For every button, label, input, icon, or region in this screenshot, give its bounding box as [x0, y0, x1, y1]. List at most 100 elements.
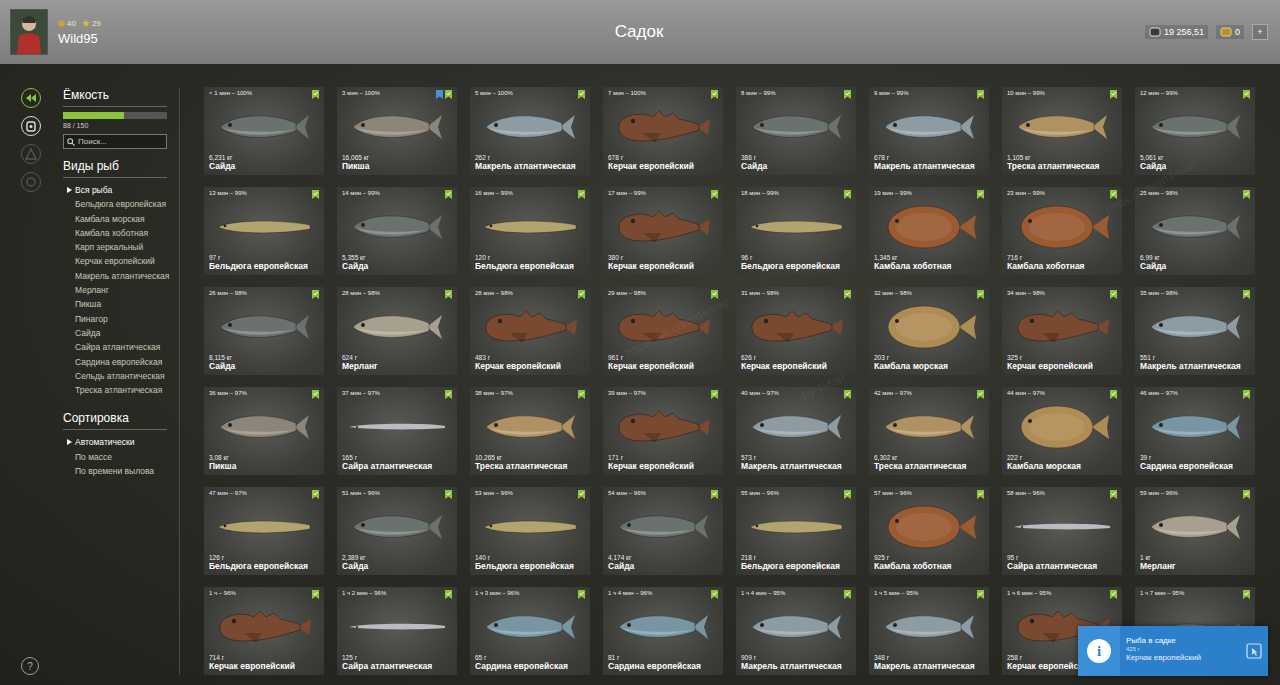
fish-card[interactable]: 8 мин – 99% 386 г Сайда	[736, 87, 856, 175]
sort-item[interactable]: Автоматически	[75, 435, 167, 449]
fish-card[interactable]: 1 ч 4 мин – 95% 909 г Макрель атлантичес…	[736, 587, 856, 675]
species-item[interactable]: Пикша	[75, 297, 167, 311]
fish-card[interactable]: 53 мин – 96% 140 г Бельдюга европейская	[470, 487, 590, 575]
fish-card[interactable]: 25 мин – 98% 6,99 кг Сайда	[1135, 187, 1255, 275]
species-item[interactable]: Треска атлантическая	[75, 383, 167, 397]
keepnet-screen: 40 29 Wild95 Садок 19 256,51 0 + ? Ёмкос…	[0, 0, 1280, 685]
fish-card[interactable]: 1 ч 2 мин – 96% 125 г Сайра атлантическа…	[337, 587, 457, 675]
fish-icon	[342, 199, 452, 254]
fish-card[interactable]: 13 мин – 99% 97 г Бельдюга европейская	[204, 187, 324, 275]
fish-card[interactable]: 26 мин – 98% 8,115 кг Сайда	[204, 287, 324, 375]
fish-card[interactable]: 10 мин – 99% 1,105 кг Треска атлантическ…	[1002, 87, 1122, 175]
fish-card[interactable]: 9 мин – 99% 678 г Макрель атлантическая	[869, 87, 989, 175]
fish-card[interactable]: 1 ч – 96% 714 г Керчак европейский	[204, 587, 324, 675]
add-gold-button[interactable]: +	[1252, 24, 1268, 40]
fish-card[interactable]: 5 мин – 100% 262 г Макрель атлантическая	[470, 87, 590, 175]
fish-weight: 125 г	[342, 654, 452, 661]
open-icon[interactable]	[1240, 626, 1268, 676]
fish-card[interactable]: 54 мин – 96% 4,174 кг Сайда	[603, 487, 723, 575]
fish-card[interactable]: 47 мин – 97% 126 г Бельдюга европейская	[204, 487, 324, 575]
notification[interactable]: i Рыба в садке 425 г Керчак европейский	[1078, 626, 1268, 676]
fish-card[interactable]: 17 мин – 99% 380 г Керчак европейский	[603, 187, 723, 275]
species-item[interactable]: Камбала хоботная	[75, 226, 167, 240]
fish-icon	[1140, 499, 1250, 554]
species-item[interactable]: Сельдь атлантическая	[75, 369, 167, 383]
fish-card[interactable]: 14 мин – 99% 5,355 кг Сайда	[337, 187, 457, 275]
species-item[interactable]: Макрель атлантическая	[75, 269, 167, 283]
fish-card[interactable]: 55 мин – 96% 218 г Бельдюга европейская	[736, 487, 856, 575]
species-item[interactable]: Сайда	[75, 326, 167, 340]
species-item[interactable]: Сардина европейская	[75, 355, 167, 369]
search-field[interactable]	[63, 134, 167, 149]
fish-card[interactable]: 32 мин – 98% 203 г Камбала морская	[869, 287, 989, 375]
species-item[interactable]: Керчак европейский	[75, 254, 167, 268]
fish-card[interactable]: 58 мин – 96% 95 г Сайра атлантическая	[1002, 487, 1122, 575]
fish-card[interactable]: 29 мин – 98% 961 г Керчак европейский	[603, 287, 723, 375]
fish-card[interactable]: 16 мин – 99% 120 г Бельдюга европейская	[470, 187, 590, 275]
species-item[interactable]: Вся рыба	[75, 183, 167, 197]
side-tab-icon[interactable]	[21, 116, 41, 136]
fish-card[interactable]: 35 мин – 98% 551 г Макрель атлантическая	[1135, 287, 1255, 375]
check-icon	[1110, 190, 1117, 199]
fish-name: Макрель атлантическая	[741, 461, 851, 471]
fish-name: Керчак европейский	[608, 161, 718, 171]
player-name: Wild95	[58, 31, 101, 46]
side-tab-icon[interactable]	[21, 88, 41, 108]
side-tab-icon[interactable]	[21, 172, 41, 192]
fish-card[interactable]: 1 ч 5 мин – 95% 348 г Макрель атлантичес…	[869, 587, 989, 675]
fish-name: Бельдюга европейская	[741, 261, 851, 271]
fish-card[interactable]: 18 мин – 99% 96 г Бельдюга европейская	[736, 187, 856, 275]
fish-card[interactable]: 31 мин – 98% 626 г Керчак европейский	[736, 287, 856, 375]
fish-card[interactable]: 23 мин – 99% 716 г Камбала хоботная	[1002, 187, 1122, 275]
fish-card[interactable]: 3 мин – 100% 16,065 кг Пикша	[337, 87, 457, 175]
fish-card[interactable]: 40 мин – 97% 573 г Макрель атлантическая	[736, 387, 856, 475]
species-item[interactable]: Сайра атлантическая	[75, 340, 167, 354]
fish-card[interactable]: 12 мин – 99% 5,061 кг Сайда	[1135, 87, 1255, 175]
side-tab-icon[interactable]	[21, 144, 41, 164]
stars-badge: 29	[82, 19, 101, 28]
species-item[interactable]: Камбала морская	[75, 212, 167, 226]
fish-card[interactable]: 57 мин – 96% 925 г Камбала хоботная	[869, 487, 989, 575]
check-icon	[312, 390, 319, 399]
fish-card[interactable]: 28 мин – 98% 624 г Мерланг	[337, 287, 457, 375]
fish-card[interactable]: 1 ч 3 мин – 96% 65 г Сардина европейская	[470, 587, 590, 675]
check-icon	[977, 90, 984, 99]
fish-icon	[342, 299, 452, 354]
fish-name: Сайда	[342, 261, 452, 271]
fish-card[interactable]: 44 мин – 97% 222 г Камбала морская	[1002, 387, 1122, 475]
avatar-icon[interactable]	[10, 9, 48, 55]
species-item[interactable]: Пинагор	[75, 312, 167, 326]
fish-card[interactable]: 46 мин – 97% 39 г Сардина европейская	[1135, 387, 1255, 475]
fish-card[interactable]: 19 мин – 99% 1,345 кг Камбала хоботная	[869, 187, 989, 275]
fish-card[interactable]: 34 мин – 98% 325 г Керчак европейский	[1002, 287, 1122, 375]
fish-weight: 1,105 кг	[1007, 154, 1117, 161]
star-icon	[82, 19, 90, 27]
catch-time: 47 мин – 97%	[209, 490, 247, 496]
fish-card[interactable]: 38 мин – 97% 10,265 кг Треска атлантичес…	[470, 387, 590, 475]
sort-item[interactable]: По времени вылова	[75, 464, 167, 478]
fish-card[interactable]: 7 мин – 100% 678 г Керчак европейский	[603, 87, 723, 175]
species-item[interactable]: Бельдюга европейская	[75, 197, 167, 211]
fish-icon	[741, 599, 851, 654]
fish-weight: 483 г	[475, 354, 585, 361]
species-item[interactable]: Карп зеркальный	[75, 240, 167, 254]
fish-card[interactable]: 36 мин – 97% 3,08 кг Пикша	[204, 387, 324, 475]
fish-card[interactable]: 42 мин – 97% 6,302 кг Треска атлантическ…	[869, 387, 989, 475]
fish-card[interactable]: 59 мин – 96% 1 кг Мерланг	[1135, 487, 1255, 575]
fish-card[interactable]: 37 мин – 97% 165 г Сайра атлантическая	[337, 387, 457, 475]
fish-weight: 97 г	[209, 254, 319, 261]
check-icon	[312, 90, 319, 99]
fish-name: Сайда	[741, 161, 851, 171]
species-item[interactable]: Мерланг	[75, 283, 167, 297]
sort-item[interactable]: По массе	[75, 450, 167, 464]
fish-card[interactable]: 1 ч 4 мин – 96% 81 г Сардина европейская	[603, 587, 723, 675]
fish-card[interactable]: 51 мин – 96% 2,389 кг Сайда	[337, 487, 457, 575]
catch-time: 42 мин – 97%	[874, 390, 912, 396]
fish-card[interactable]: 28 мин – 98% 483 г Керчак европейский	[470, 287, 590, 375]
coin-icon	[58, 20, 65, 27]
help-button[interactable]: ?	[21, 657, 39, 675]
fish-card[interactable]: 39 мин – 97% 171 г Керчак европейский	[603, 387, 723, 475]
player-info[interactable]: 40 29 Wild95	[10, 9, 310, 55]
fish-card[interactable]: < 1 мин – 100% 6,231 кг Сайда	[204, 87, 324, 175]
fish-name: Керчак европейский	[475, 361, 585, 371]
